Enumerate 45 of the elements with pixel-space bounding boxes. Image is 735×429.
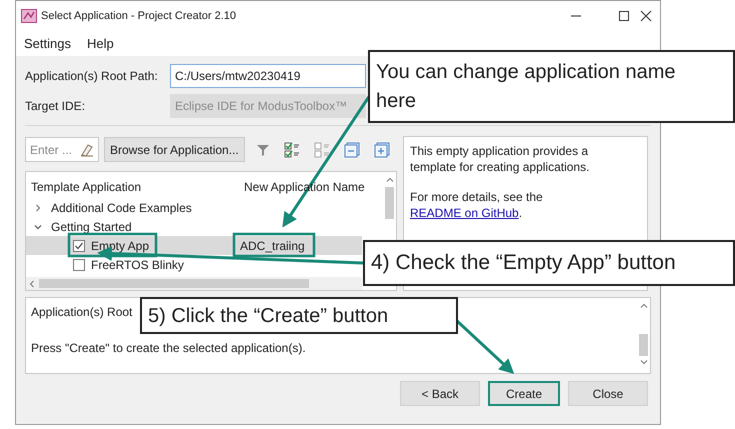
scroll-down-icon[interactable] (640, 358, 648, 366)
app-icon (21, 9, 37, 23)
tree-row[interactable]: FreeRTOS Blinky (26, 255, 362, 274)
callout: 5) Click the “Create” button (140, 297, 458, 334)
browse-button[interactable]: Browse for Application... (104, 137, 245, 162)
description-text: This empty application provides a template for creating applications. (410, 143, 590, 175)
dialog-button[interactable]: Close (568, 381, 648, 406)
tree-item[interactable]: Getting Started (51, 218, 132, 236)
callout-text: You can change application name here (376, 60, 676, 114)
log-line: Application(s) Root (31, 304, 132, 321)
chevron-icon[interactable] (33, 202, 43, 212)
horizontal-scrollbar[interactable] (26, 277, 362, 290)
scrollbar-thumb[interactable] (39, 279, 309, 288)
scroll-up-icon[interactable] (386, 176, 394, 184)
log-line: Press "Create" to create the selected application(s). (31, 340, 306, 357)
filter-field[interactable]: Enter ... (25, 137, 99, 162)
checkbox[interactable] (73, 240, 85, 252)
dialog-button[interactable]: Create (488, 381, 560, 406)
menu-item[interactable]: Help (86, 34, 114, 54)
field-label: Target IDE: (25, 98, 86, 115)
check-all-icon[interactable] (284, 142, 300, 158)
scrollbar-thumb[interactable] (385, 187, 394, 219)
tree-item[interactable]: Additional Code Examples (51, 198, 192, 216)
close-icon[interactable] (640, 10, 652, 22)
window-title: Select Application - Project Creator 2.10 (41, 8, 236, 24)
dialog-button[interactable]: < Back (400, 381, 480, 406)
uncheck-all-icon[interactable] (314, 142, 330, 158)
menu-item[interactable]: Settings (24, 34, 71, 54)
app-name-cell[interactable]: ADC_traiing (240, 236, 305, 254)
filter-icon[interactable] (256, 142, 270, 156)
scroll-up-icon[interactable] (640, 302, 648, 310)
expand-all-icon[interactable] (374, 142, 390, 158)
readme-link[interactable]: README on GitHub (410, 206, 519, 220)
tree-item: FreeRTOS Blinky (91, 256, 184, 274)
eraser-icon[interactable] (80, 142, 94, 156)
scroll-left-icon[interactable] (28, 280, 36, 288)
collapse-all-icon[interactable] (344, 142, 360, 158)
callout: 4) Check the “Empty App” button (363, 240, 735, 286)
scrollbar-thumb[interactable] (639, 334, 648, 356)
maximize-icon[interactable] (618, 10, 630, 22)
input-field[interactable]: C:/Users/mtw20230419 (170, 64, 366, 88)
field-label: Application(s) Root Path: (25, 68, 159, 85)
details-text: For more details, see the README on GitHub. (410, 189, 544, 221)
checkbox[interactable] (73, 258, 85, 270)
column-header[interactable]: Template Application (26, 178, 238, 196)
